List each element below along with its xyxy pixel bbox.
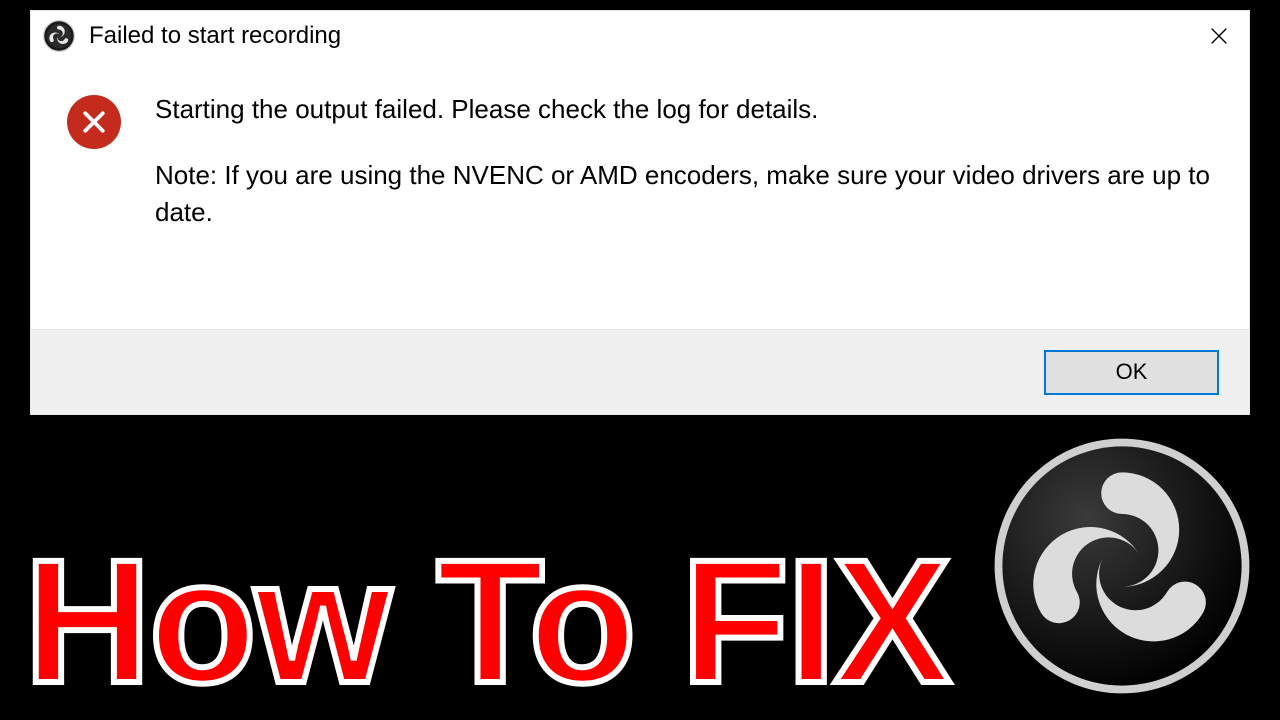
close-button[interactable] (1199, 16, 1239, 56)
dialog-button-row: OK (31, 329, 1249, 414)
thumbnail-caption: How To FIX (24, 534, 949, 710)
error-dialog: Failed to start recording Starting the o… (30, 10, 1250, 415)
title-bar: Failed to start recording (31, 11, 1249, 61)
message-note: Note: If you are using the NVENC or AMD … (155, 157, 1213, 232)
dialog-body: Starting the output failed. Please check… (31, 61, 1249, 329)
dialog-title: Failed to start recording (89, 22, 1199, 50)
obs-app-icon (43, 20, 75, 52)
dialog-message: Starting the output failed. Please check… (155, 91, 1213, 319)
message-primary: Starting the output failed. Please check… (155, 91, 1213, 129)
ok-button[interactable]: OK (1044, 350, 1219, 395)
obs-logo-large (992, 436, 1252, 696)
error-icon (67, 95, 121, 149)
